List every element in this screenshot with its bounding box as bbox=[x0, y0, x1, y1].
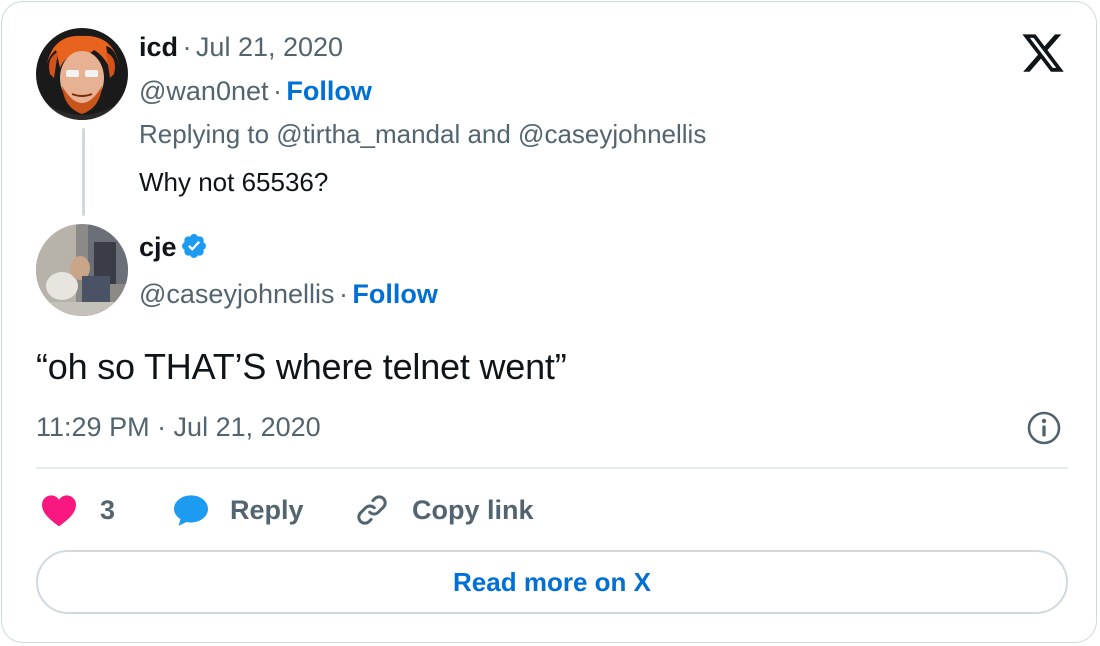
follow-button[interactable]: Follow bbox=[286, 76, 371, 106]
avatar-icd-image bbox=[36, 28, 128, 120]
read-more-button[interactable]: Read more on X bbox=[36, 550, 1068, 614]
author-handle[interactable]: @wan0net bbox=[139, 76, 269, 106]
author-name[interactable]: cje bbox=[139, 232, 177, 262]
divider bbox=[36, 467, 1068, 469]
copy-link-button[interactable]: Copy link bbox=[354, 490, 534, 530]
like-button[interactable]: 3 bbox=[40, 490, 115, 530]
reply-button[interactable]: Reply bbox=[172, 490, 304, 530]
tweet-embed-card: icd · Jul 21, 2020 @wan0net · Follow Rep… bbox=[1, 1, 1097, 643]
main-tweet-handle-row: @caseyjohnellis · Follow bbox=[139, 279, 438, 310]
info-icon[interactable] bbox=[1026, 410, 1062, 446]
avatar-icd[interactable] bbox=[36, 28, 128, 120]
link-icon bbox=[357, 495, 387, 525]
reply-tweet-text: Why not 65536? bbox=[139, 167, 329, 197]
thread-connector-line bbox=[82, 128, 85, 216]
x-logo-icon[interactable] bbox=[1020, 30, 1066, 76]
copy-link-label: Copy link bbox=[412, 494, 534, 525]
avatar-cje[interactable] bbox=[36, 224, 128, 316]
speech-bubble-icon bbox=[174, 495, 208, 526]
follow-button[interactable]: Follow bbox=[352, 279, 437, 309]
like-count: 3 bbox=[100, 494, 116, 525]
verified-badge-icon bbox=[181, 234, 206, 258]
main-tweet-header: cje bbox=[139, 232, 208, 263]
main-tweet-text: “oh so THAT’S where telnet went” bbox=[36, 346, 567, 387]
separator-dot: · bbox=[272, 76, 282, 106]
author-handle[interactable]: @caseyjohnellis bbox=[139, 279, 335, 309]
heart-icon bbox=[42, 495, 76, 527]
separator-dot: · bbox=[338, 279, 348, 309]
reply-tweet-header: icd · Jul 21, 2020 bbox=[139, 32, 343, 63]
tweet-date[interactable]: Jul 21, 2020 bbox=[196, 32, 343, 62]
avatar-cje-image bbox=[36, 224, 128, 316]
reply-label: Reply bbox=[230, 494, 304, 525]
replying-to-text[interactable]: Replying to @tirtha_mandal and @caseyjoh… bbox=[139, 119, 706, 150]
read-more-label: Read more on X bbox=[453, 566, 651, 597]
tweet-timestamp[interactable]: 11:29 PM · Jul 21, 2020 bbox=[36, 412, 321, 443]
reply-tweet-handle-row: @wan0net · Follow bbox=[139, 76, 372, 107]
author-name[interactable]: icd bbox=[139, 32, 178, 62]
separator-dot: · bbox=[182, 32, 192, 62]
